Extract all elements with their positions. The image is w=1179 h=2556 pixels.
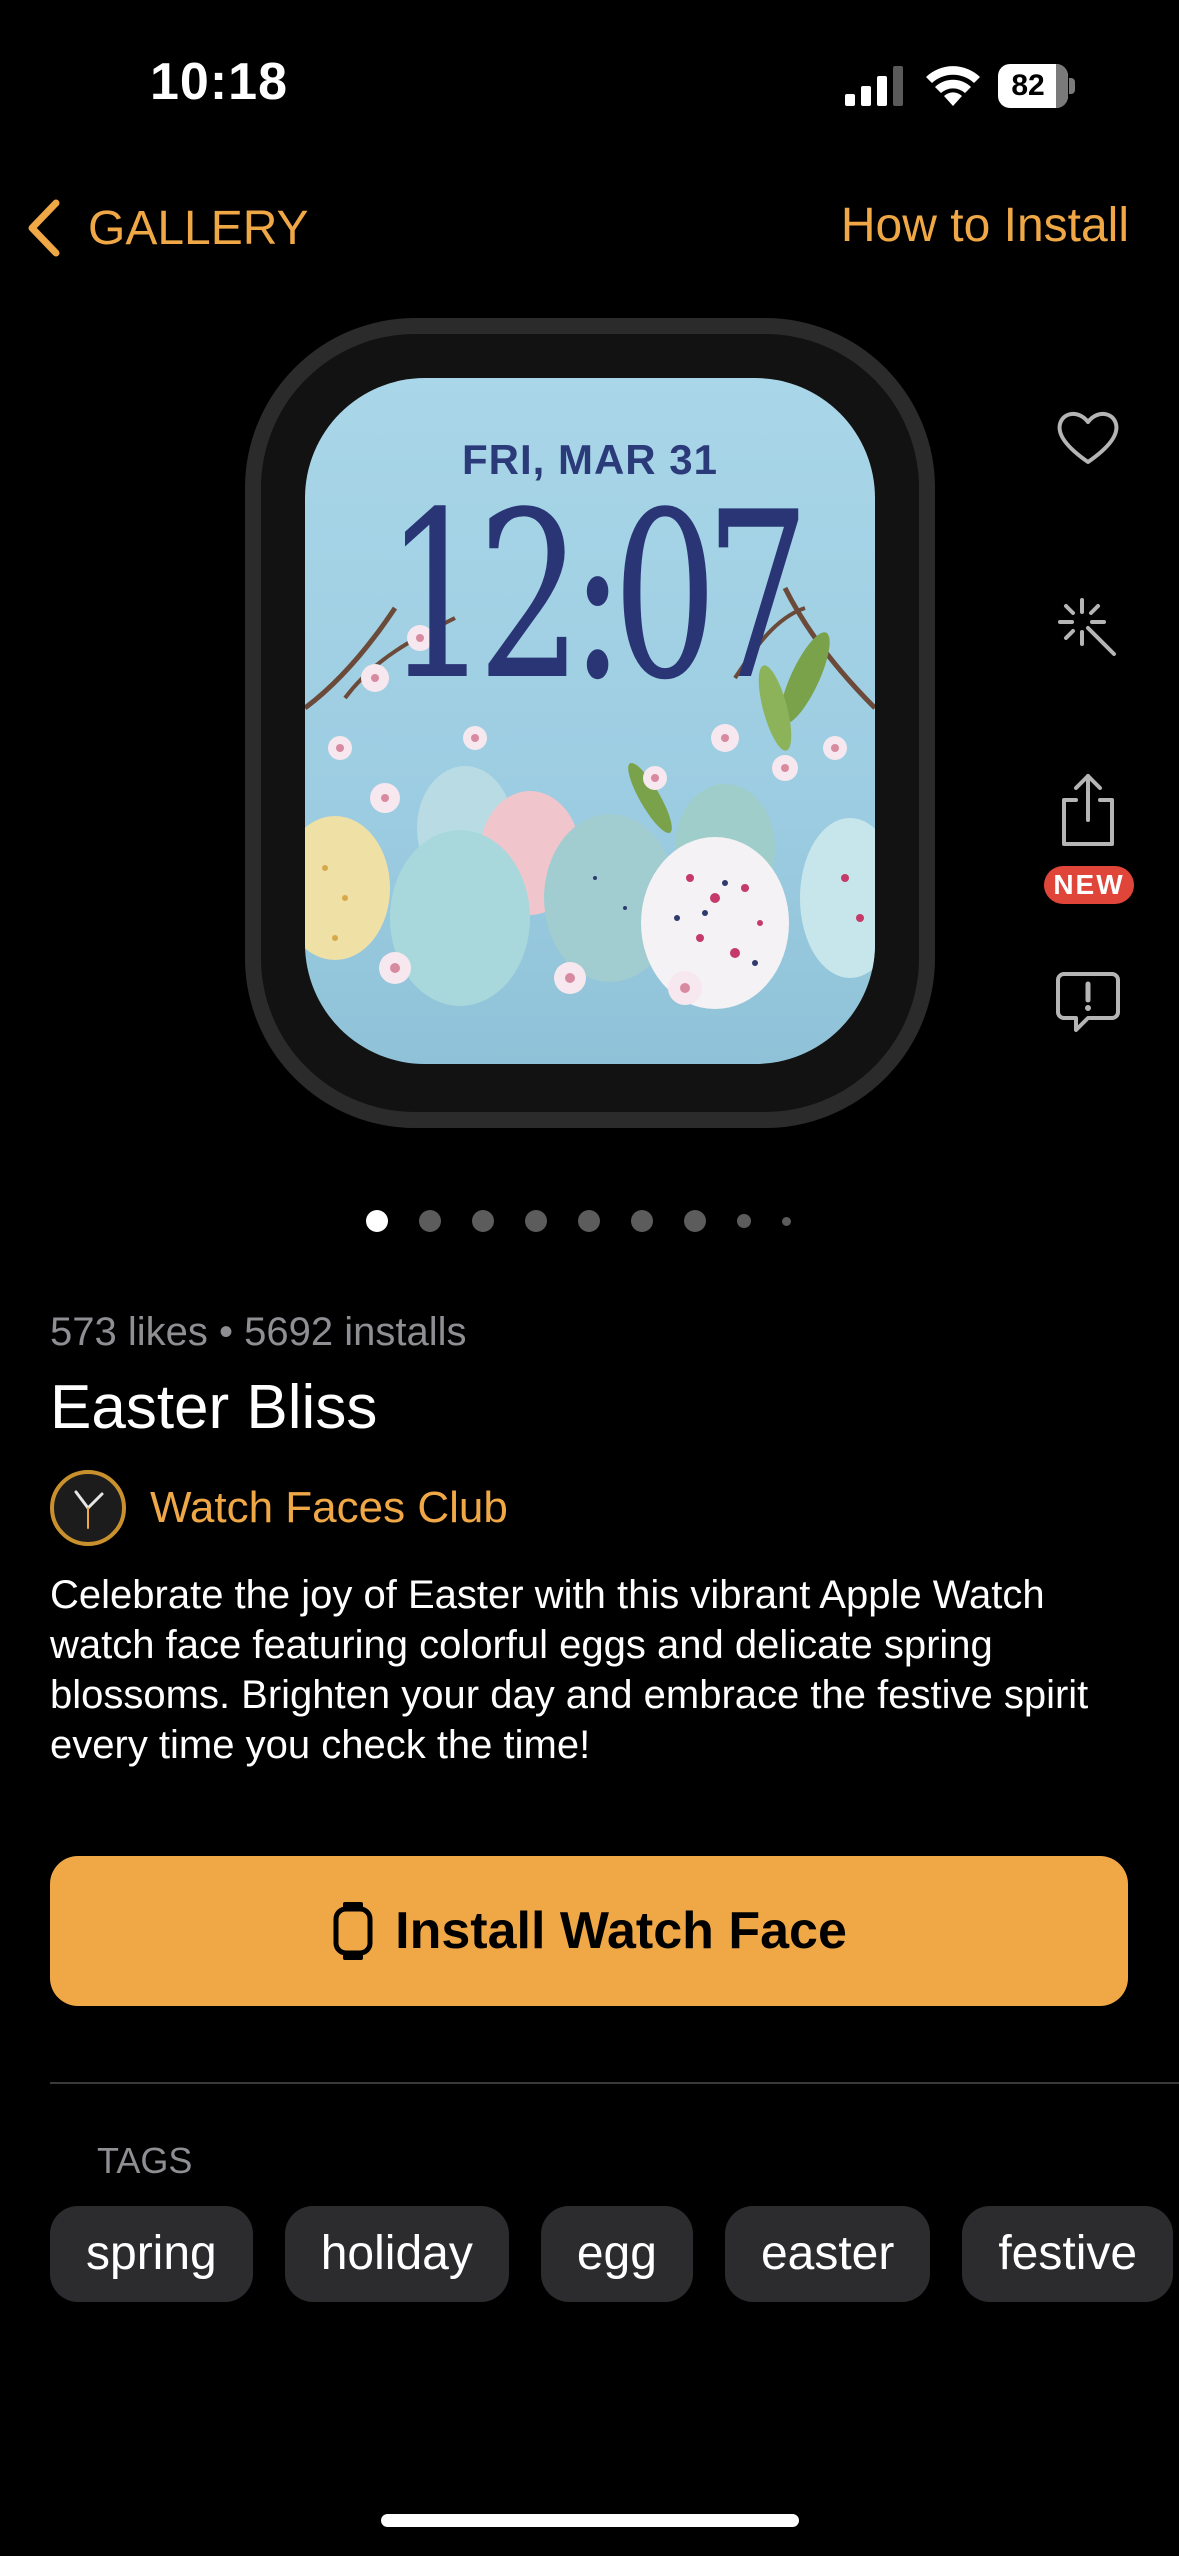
- page-dot[interactable]: [684, 1210, 706, 1232]
- back-button[interactable]: GALLERY: [24, 190, 309, 266]
- battery-level: 82: [1011, 69, 1045, 102]
- signal-icon: [845, 66, 903, 106]
- back-label: GALLERY: [88, 201, 309, 255]
- wifi-icon: [926, 66, 980, 106]
- page-dot[interactable]: [782, 1216, 791, 1226]
- heart-icon[interactable]: [1052, 402, 1124, 474]
- tag-spring[interactable]: spring: [50, 2206, 253, 2302]
- author-link[interactable]: Watch Faces Club: [50, 1470, 508, 1546]
- clock-icon: [74, 1490, 104, 1529]
- tag-easter[interactable]: easter: [724, 2206, 931, 2302]
- divider: [50, 2082, 1179, 2084]
- watch-face-preview[interactable]: FRI, MAR 31 12:07: [305, 378, 875, 1064]
- tag-egg[interactable]: egg: [540, 2206, 693, 2302]
- author-avatar: [50, 1470, 126, 1546]
- battery-icon: 82: [998, 64, 1076, 108]
- page-dot[interactable]: [631, 1210, 653, 1232]
- watch-face-time: 12:07: [384, 464, 810, 731]
- home-indicator[interactable]: [381, 2514, 799, 2527]
- tag-holiday[interactable]: holiday: [284, 2206, 509, 2302]
- report-icon[interactable]: [1052, 966, 1124, 1038]
- how-to-install-link[interactable]: How to Install: [841, 198, 1129, 253]
- tags-list[interactable]: spring holiday egg easter festive: [50, 2206, 1174, 2302]
- author-name: Watch Faces Club: [150, 1483, 508, 1532]
- tags-heading: TAGS: [97, 2140, 193, 2181]
- watch-face-title: Easter Bliss: [50, 1373, 378, 1442]
- chevron-left-icon: [28, 199, 60, 257]
- page-dot[interactable]: [525, 1210, 547, 1232]
- likes-installs-stats: 573 likes • 5692 installs: [50, 1310, 467, 1354]
- page-dot[interactable]: [366, 1210, 388, 1232]
- page-dot[interactable]: [472, 1210, 494, 1232]
- install-watch-face-button[interactable]: Install Watch Face: [50, 1856, 1128, 2006]
- tag-festive[interactable]: festive: [962, 2206, 1174, 2302]
- page-dot[interactable]: [578, 1210, 600, 1232]
- watch-icon: [333, 1902, 373, 1960]
- install-button-label: Install Watch Face: [395, 1902, 847, 1960]
- watch-face-description: Celebrate the joy of Easter with this vi…: [50, 1573, 1089, 1767]
- new-badge: NEW: [1044, 866, 1134, 904]
- page-dot[interactable]: [737, 1214, 751, 1228]
- page-indicator[interactable]: [366, 1210, 822, 1232]
- status-time: 10:18: [150, 53, 288, 111]
- share-icon[interactable]: [1052, 770, 1124, 850]
- page-dot[interactable]: [419, 1210, 441, 1232]
- sparkle-wand-icon[interactable]: [1052, 592, 1124, 664]
